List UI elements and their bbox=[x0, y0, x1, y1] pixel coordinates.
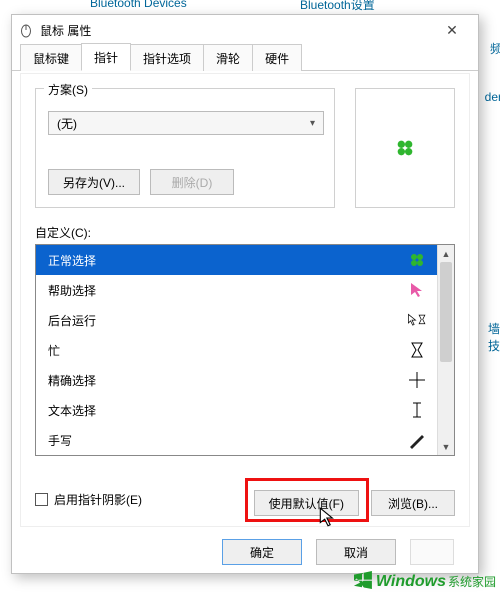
scroll-thumb[interactable] bbox=[440, 262, 452, 362]
cancel-button[interactable]: 取消 bbox=[316, 539, 396, 565]
scheme-selected-value: (无) bbox=[57, 115, 77, 132]
tab-buttons[interactable]: 鼠标键 bbox=[20, 44, 82, 71]
list-item-busy[interactable]: 忙 bbox=[36, 335, 437, 365]
browse-button[interactable]: 浏览(B)... bbox=[371, 490, 455, 516]
watermark: Windows系统家园 bbox=[354, 571, 496, 591]
watermark-brand: Windows bbox=[376, 573, 446, 590]
hourglass-icon bbox=[407, 340, 427, 360]
chevron-down-icon: ▾ bbox=[310, 118, 315, 129]
save-as-button[interactable]: 另存为(V)... bbox=[48, 169, 140, 195]
bg-right-text-3: 墙技 bbox=[488, 320, 500, 354]
close-button[interactable]: ✕ bbox=[432, 16, 472, 44]
checkbox-box[interactable] bbox=[35, 493, 48, 506]
mouse-icon bbox=[18, 22, 34, 38]
list-item-normal-select[interactable]: 正常选择 bbox=[36, 245, 437, 275]
list-item-label: 忙 bbox=[48, 342, 60, 359]
dialog-button-row: 确定 取消 bbox=[222, 539, 454, 565]
scroll-up-icon[interactable]: ▲ bbox=[438, 245, 454, 262]
list-item-handwriting[interactable]: 手写 bbox=[36, 425, 437, 455]
clover-green-icon bbox=[407, 250, 427, 270]
bg-right-text-1: 频 bbox=[490, 40, 500, 57]
list-item-label: 文本选择 bbox=[48, 402, 96, 419]
bg-right-text-2: der bbox=[485, 90, 500, 104]
cursor-preview bbox=[355, 88, 455, 208]
pointer-shadow-checkbox[interactable]: 启用指针阴影(E) bbox=[35, 491, 142, 508]
bg-bluetooth-devices: Bluetooth Devices bbox=[90, 0, 187, 10]
list-item-label: 正常选择 bbox=[48, 252, 96, 269]
pointers-panel: 方案(S) (无) ▾ 另存为(V)... 删除(D) 自定义(C): 正常选择 bbox=[20, 73, 470, 527]
scheme-fieldset: 方案(S) (无) ▾ 另存为(V)... 删除(D) bbox=[35, 88, 335, 208]
clover-green-icon bbox=[394, 137, 416, 159]
checkbox-label: 启用指针阴影(E) bbox=[54, 491, 142, 508]
ibeam-icon bbox=[407, 400, 427, 420]
list-item-precision-select[interactable]: 精确选择 bbox=[36, 365, 437, 395]
pointer-pink-icon bbox=[407, 280, 427, 300]
apply-button-partial[interactable] bbox=[410, 539, 454, 565]
list-item-help-select[interactable]: 帮助选择 bbox=[36, 275, 437, 305]
listbox-scrollbar[interactable]: ▲ ▼ bbox=[437, 245, 454, 455]
delete-button: 删除(D) bbox=[150, 169, 234, 195]
ok-button[interactable]: 确定 bbox=[222, 539, 302, 565]
watermark-sub: 系统家园 bbox=[448, 575, 496, 589]
arrow-hourglass-icon bbox=[407, 310, 427, 330]
use-defaults-button[interactable]: 使用默认值(F) bbox=[254, 490, 359, 516]
cursor-listbox[interactable]: 正常选择 帮助选择 后台运行 bbox=[35, 244, 455, 456]
bg-bluetooth-settings: Bluetooth设置 bbox=[300, 0, 375, 13]
list-item-label: 精确选择 bbox=[48, 372, 96, 389]
tab-pointers[interactable]: 指针 bbox=[81, 43, 131, 71]
tab-pointer-options[interactable]: 指针选项 bbox=[130, 44, 204, 71]
windows-logo-icon bbox=[354, 571, 372, 589]
mouse-properties-dialog: 鼠标 属性 ✕ 鼠标键 指针 指针选项 滑轮 硬件 方案(S) (无) ▾ 另存… bbox=[11, 14, 479, 574]
list-item-working-background[interactable]: 后台运行 bbox=[36, 305, 437, 335]
titlebar: 鼠标 属性 ✕ bbox=[12, 15, 478, 45]
list-item-label: 后台运行 bbox=[48, 312, 96, 329]
dialog-title: 鼠标 属性 bbox=[40, 22, 432, 39]
list-item-label: 帮助选择 bbox=[48, 282, 96, 299]
tabstrip: 鼠标键 指针 指针选项 滑轮 硬件 bbox=[12, 45, 478, 71]
crosshair-icon bbox=[407, 370, 427, 390]
pen-icon bbox=[407, 430, 427, 450]
scheme-legend: 方案(S) bbox=[44, 81, 92, 98]
customize-label: 自定义(C): bbox=[35, 224, 91, 241]
tab-hardware[interactable]: 硬件 bbox=[252, 44, 302, 71]
scheme-select[interactable]: (无) ▾ bbox=[48, 111, 324, 135]
list-item-label: 手写 bbox=[48, 432, 72, 449]
tab-wheel[interactable]: 滑轮 bbox=[203, 44, 253, 71]
list-item-text-select[interactable]: 文本选择 bbox=[36, 395, 437, 425]
scroll-down-icon[interactable]: ▼ bbox=[438, 438, 454, 455]
